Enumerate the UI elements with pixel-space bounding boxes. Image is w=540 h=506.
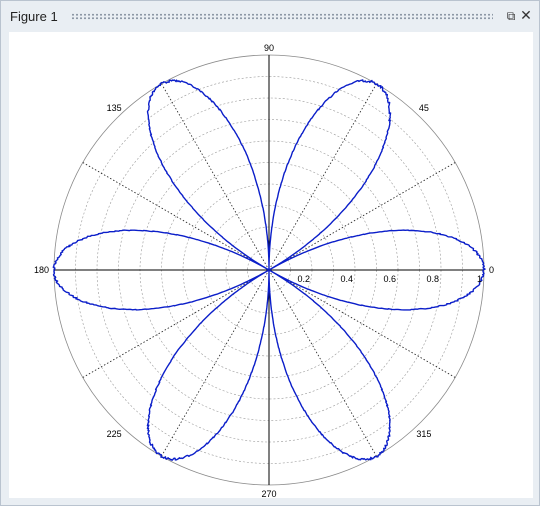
radial-tick-label: 0.2 bbox=[297, 274, 310, 284]
close-icon[interactable]: ✕ bbox=[519, 8, 533, 22]
angular-tick-label: 0 bbox=[489, 265, 494, 275]
angular-gridline bbox=[268, 83, 377, 271]
radial-tick-label: 1 bbox=[477, 274, 482, 284]
angular-tick-label: 45 bbox=[419, 103, 429, 113]
radial-tick-label: 0.6 bbox=[383, 274, 396, 284]
angular-tick-label: 135 bbox=[107, 103, 122, 113]
angular-tick-label: 270 bbox=[261, 489, 276, 498]
angular-tick-label: 225 bbox=[107, 429, 122, 439]
angular-tick-label: 90 bbox=[264, 43, 274, 53]
angular-tick-label: 180 bbox=[34, 265, 49, 275]
figure-canvas: 0.2 0.4 0.6 0.8 1 0 45 90 135 180 225 270 315 bbox=[9, 32, 533, 499]
undock-icon[interactable]: ⧉ bbox=[504, 9, 518, 23]
radial-tick-label: 0.8 bbox=[426, 274, 439, 284]
drag-grip[interactable] bbox=[71, 13, 493, 20]
radial-tick-label: 0.4 bbox=[340, 274, 353, 284]
angular-tick-label: 315 bbox=[416, 429, 431, 439]
angular-gridline bbox=[268, 162, 456, 271]
figure-titlebar[interactable]: Figure 1 ⧉ ✕ bbox=[1, 1, 539, 31]
polar-plot: 0.2 0.4 0.6 0.8 10 45 90 135 180 225 270 315 bbox=[34, 43, 494, 499]
figure-window: Figure 1 ⧉ ✕ 0.2 0.4 0.6 0.8 1 0 45 90 135 180 225… bbox=[0, 0, 540, 506]
figure-title: Figure 1 bbox=[10, 8, 58, 24]
